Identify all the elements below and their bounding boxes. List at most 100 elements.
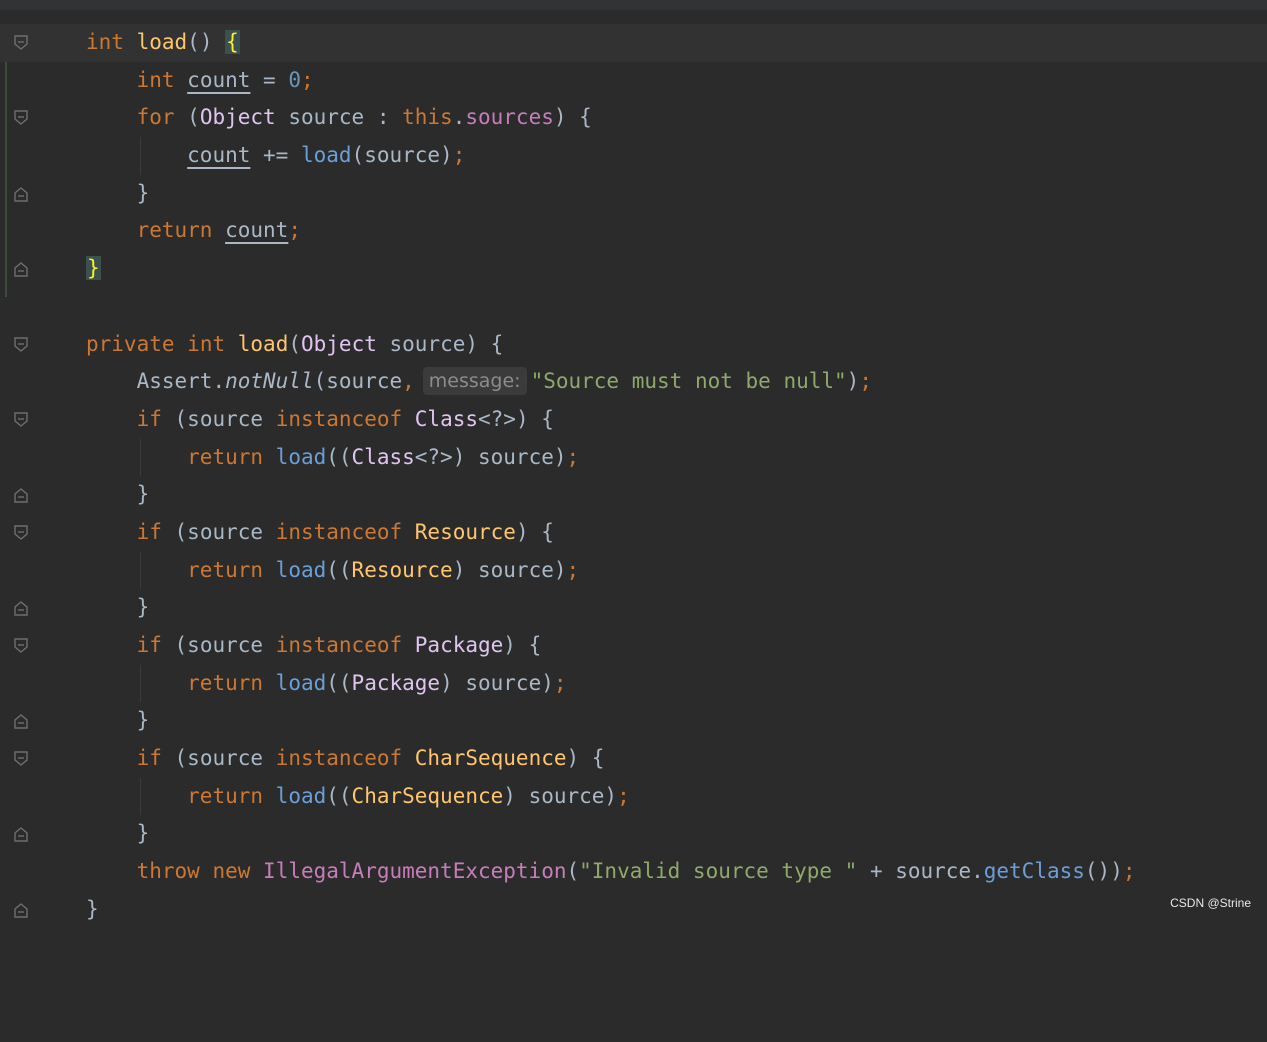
token-type: Class xyxy=(351,444,415,469)
code-line[interactable]: for (Object source : this.sources) { xyxy=(0,99,1267,137)
parameter-hint: message: xyxy=(422,367,527,396)
code-line[interactable]: } xyxy=(0,175,1267,213)
token-variable: source xyxy=(465,670,542,695)
matched-brace: { xyxy=(225,30,240,54)
token-keyword: instanceof xyxy=(275,633,403,657)
token-keyword: throw xyxy=(136,859,200,884)
token-keyword: instanceof xyxy=(275,519,403,544)
fold-open-icon[interactable] xyxy=(14,412,28,428)
token-keyword: return xyxy=(187,444,264,469)
code-line[interactable]: count += load(source); xyxy=(0,137,1267,175)
code-line[interactable]: } xyxy=(0,891,1267,929)
token-keyword: if xyxy=(136,633,162,657)
token-keyword: for xyxy=(136,105,175,130)
watermark: CSDN @Strine xyxy=(1170,896,1251,910)
token-type: CharSequence xyxy=(351,783,504,808)
token-variable: source xyxy=(478,444,554,469)
code-line[interactable]: return load((Resource) source); xyxy=(0,551,1267,590)
token-method-call: load xyxy=(275,444,327,469)
token-method: load xyxy=(136,30,188,54)
code-line[interactable]: } xyxy=(0,250,1267,288)
code-line[interactable]: if (source instanceof Class<?>) { xyxy=(0,401,1267,439)
code-line[interactable] xyxy=(0,288,1267,326)
code-line[interactable]: throw new IllegalArgumentException("Inva… xyxy=(0,853,1267,891)
token-static-method: notNull xyxy=(225,369,314,394)
code-line[interactable]: private int load(Object source) { xyxy=(0,326,1267,364)
fold-open-icon[interactable] xyxy=(14,35,28,51)
code-editor[interactable]: int load() { int count = 0; for (Object … xyxy=(0,24,1267,929)
token-variable: source xyxy=(528,783,605,808)
code-line[interactable]: } xyxy=(0,702,1267,740)
code-line[interactable]: return load((Class<?>) source); xyxy=(0,438,1267,477)
token-keyword: return xyxy=(187,783,264,808)
token-type: Package xyxy=(414,633,504,657)
token-variable: count xyxy=(225,218,289,243)
fold-open-icon[interactable] xyxy=(14,638,28,654)
token-string: "Source must not be null" xyxy=(530,369,847,394)
code-line[interactable]: int load() { xyxy=(0,24,1267,62)
code-line[interactable]: if (source instanceof CharSequence) { xyxy=(0,740,1267,778)
code-line[interactable]: } xyxy=(0,589,1267,627)
fold-close-icon[interactable] xyxy=(14,826,28,843)
token-variable: count xyxy=(187,67,251,92)
token-variable: source xyxy=(364,143,441,168)
fold-open-icon[interactable] xyxy=(14,110,28,126)
token-keyword: int xyxy=(187,331,226,356)
token-variable: source xyxy=(187,406,264,431)
token-method-call: load xyxy=(275,783,327,808)
fold-close-icon[interactable] xyxy=(14,186,28,202)
fold-open-icon[interactable] xyxy=(14,751,28,767)
token-keyword: this xyxy=(402,105,453,130)
token-type: Object xyxy=(199,105,276,130)
token-method-call: load xyxy=(300,143,352,168)
code-line[interactable]: } xyxy=(0,815,1267,853)
code-line[interactable]: Assert.notNull(source, message: "Source mu… xyxy=(0,363,1267,401)
token-generic: <?> xyxy=(478,406,516,431)
token-variable: source xyxy=(187,633,264,657)
fold-close-icon[interactable] xyxy=(14,487,28,503)
token-keyword: if xyxy=(136,406,162,431)
fold-close-icon[interactable] xyxy=(14,600,28,617)
code-line[interactable]: } xyxy=(0,476,1267,514)
token-keyword: if xyxy=(136,746,162,771)
token-keyword: new xyxy=(212,859,251,884)
token-variable: source xyxy=(288,105,365,130)
code-line[interactable]: int count = 0; xyxy=(0,62,1267,100)
token-field: sources xyxy=(465,105,554,130)
token-variable: source xyxy=(895,859,972,884)
code-line[interactable]: return load((CharSequence) source); xyxy=(0,777,1267,816)
token-keyword: private xyxy=(86,331,175,356)
fold-open-icon[interactable] xyxy=(14,336,28,353)
token-keyword: int xyxy=(136,67,175,92)
code-line[interactable]: if (source instanceof Package) { xyxy=(0,627,1267,665)
token-variable: source xyxy=(187,519,264,544)
token-type: Package xyxy=(351,670,441,695)
token-keyword: if xyxy=(136,519,162,544)
token-variable: source xyxy=(326,369,403,394)
token-method-call: load xyxy=(275,670,327,695)
fold-open-icon[interactable] xyxy=(14,525,28,541)
editor-top-strip xyxy=(0,0,1267,10)
token-type: Resource xyxy=(414,519,516,544)
token-variable: source xyxy=(187,746,264,771)
token-method-call: load xyxy=(275,557,327,582)
code-line[interactable]: if (source instanceof Resource) { xyxy=(0,514,1267,552)
code-line[interactable]: return count; xyxy=(0,212,1267,250)
token-keyword: instanceof xyxy=(275,406,403,431)
token-exception-type: IllegalArgumentException xyxy=(263,859,567,884)
token-type: Resource xyxy=(351,557,453,582)
token-type: Class xyxy=(414,406,478,431)
token-keyword: return xyxy=(187,670,264,695)
token-number: 0 xyxy=(288,67,301,92)
fold-close-icon[interactable] xyxy=(14,902,28,918)
fold-close-icon[interactable] xyxy=(14,713,28,730)
code-line[interactable]: return load((Package) source); xyxy=(0,664,1267,703)
fold-close-icon[interactable] xyxy=(14,261,28,277)
token-variable: source xyxy=(389,331,466,356)
token-keyword: return xyxy=(136,218,213,243)
token-method-call: getClass xyxy=(983,859,1085,884)
token-generic: <?> xyxy=(414,444,453,469)
token-variable: source xyxy=(478,557,554,582)
token-variable: count xyxy=(187,143,251,168)
token-string: "Invalid source type " xyxy=(579,859,858,884)
